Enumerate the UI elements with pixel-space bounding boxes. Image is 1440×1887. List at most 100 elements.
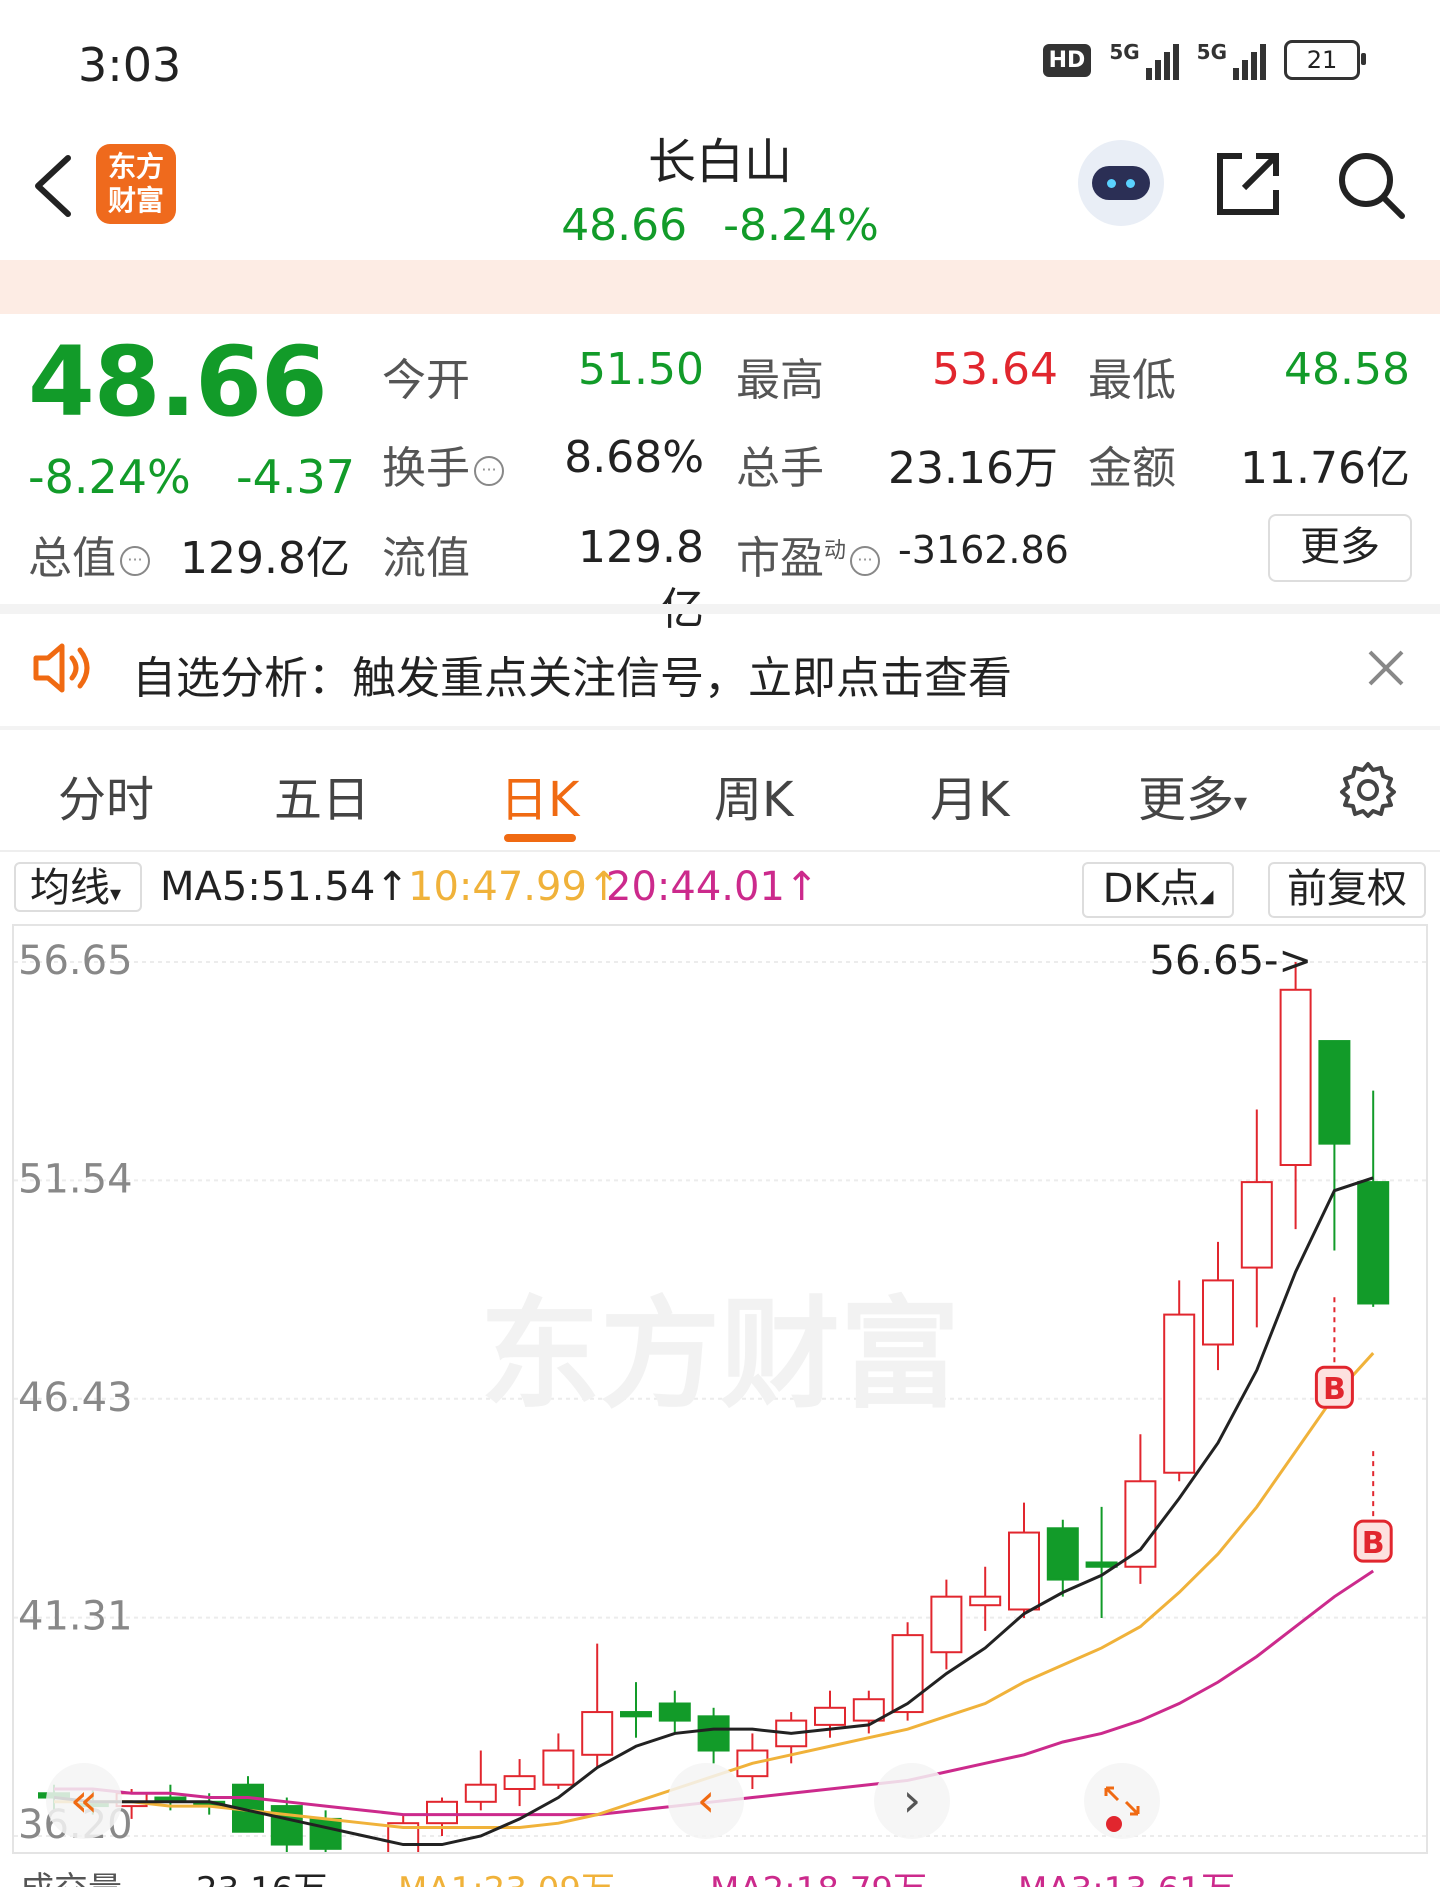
mktcap-label[interactable]: 总值 ··· — [28, 522, 150, 586]
promo-banner[interactable] — [0, 260, 1440, 314]
close-icon[interactable] — [1364, 640, 1408, 703]
candle-body — [1279, 988, 1312, 1167]
share-icon[interactable] — [1212, 148, 1284, 224]
tab-minute[interactable]: 分时 — [58, 760, 154, 830]
candle-body — [1357, 1181, 1390, 1305]
net-label-1: 5G — [1109, 40, 1140, 64]
y-tick-label: 46.43 — [18, 1375, 133, 1421]
candle-body — [464, 1783, 497, 1803]
ma10-text: 10:47.99 — [408, 864, 587, 910]
candle-body — [270, 1805, 303, 1846]
tab-more[interactable]: 更多▾ — [1138, 760, 1247, 830]
high-value: 53.64 — [932, 344, 1058, 395]
volume-bar: 成交量 23.16万 MA1:23.09万 MA2:18.79万 MA3:13.… — [0, 1854, 1440, 1887]
more-info-icon[interactable]: ··· — [474, 456, 504, 486]
candle-body — [1318, 1040, 1351, 1145]
amount-value: 11.76亿 — [1240, 443, 1410, 494]
dk-point-button[interactable]: DK点◢ — [1082, 862, 1234, 918]
candle-body — [1240, 1181, 1273, 1269]
header-change-pct: -8.24% — [723, 200, 879, 251]
tab-monthly-k[interactable]: 月K — [930, 760, 1009, 830]
buy-signal-label: B — [1323, 1372, 1346, 1407]
tab-weekly-k[interactable]: 周K — [714, 760, 793, 830]
candle-body — [581, 1711, 614, 1756]
candle-body — [969, 1595, 1002, 1607]
status-icons: HD 5G 5G 21 — [1042, 40, 1366, 80]
pe-label[interactable]: 市盈动 ··· — [736, 522, 881, 586]
candle-body — [1085, 1561, 1118, 1568]
dropdown-icon: ▾ — [110, 882, 122, 907]
status-bar: 3:03 HD 5G 5G 21 — [0, 0, 1440, 120]
more-button[interactable]: 更多 — [1268, 514, 1412, 582]
open-label: 今开 — [382, 355, 470, 406]
pe-value: -3162.86 — [898, 528, 1069, 572]
candle-body — [1046, 1527, 1079, 1581]
candle-body — [658, 1702, 691, 1722]
candle-body — [503, 1775, 536, 1790]
kline-svg: 东方财富56.6551.5446.4341.3136.2056.65-><-36… — [14, 938, 1426, 1887]
ma10-label: 10:47.99↑ — [408, 864, 621, 910]
header-price: 48.66 — [561, 200, 688, 251]
assistant-robot-icon[interactable] — [1078, 140, 1164, 226]
dk-label: DK点 — [1102, 866, 1200, 912]
turnover-label-text: 换手 — [382, 443, 470, 494]
pe-sup: 动 — [824, 538, 847, 564]
chart-nav-icon: › — [903, 1773, 921, 1827]
volume-ma1: MA1:23.09万 — [398, 1862, 615, 1887]
change-pct: -8.24% — [28, 450, 191, 504]
candle-body — [1124, 1480, 1157, 1568]
more-info-icon[interactable]: ··· — [120, 546, 150, 576]
tab-daily-k[interactable]: 日K — [500, 760, 579, 830]
gear-icon[interactable] — [1338, 760, 1398, 824]
net-label-2: 5G — [1196, 40, 1227, 64]
ma20-text: 20:44.01 — [606, 864, 785, 910]
mktcap-label-text: 总值 — [28, 533, 116, 584]
ma-select-label: 均线 — [30, 865, 110, 911]
buy-signal-label: B — [1362, 1526, 1385, 1561]
candle-body — [426, 1800, 458, 1825]
fullscreen-button — [1084, 1763, 1160, 1839]
turnover-label[interactable]: 换手 ··· — [382, 432, 504, 496]
mktcap-value: 129.8亿 — [180, 533, 350, 584]
float-label: 流值 — [382, 533, 470, 584]
volume-value: 23.16万 — [888, 443, 1058, 494]
kline-chart[interactable]: 东方财富56.6551.5446.4341.3136.2056.65-><-36… — [12, 924, 1428, 1887]
candle-body — [930, 1595, 963, 1654]
y-tick-label: 41.31 — [18, 1594, 133, 1640]
divider — [0, 726, 1440, 730]
ma5-label: MA5:51.54↑ — [160, 864, 409, 910]
ma20-label: 20:44.01↑ — [606, 864, 819, 910]
hd-icon: HD — [1042, 43, 1092, 77]
low-label: 最低 — [1088, 355, 1176, 406]
corner-icon: ◢ — [1199, 886, 1214, 907]
battery-level: 21 — [1306, 46, 1338, 74]
tab-active-indicator — [504, 834, 576, 842]
volume-label: 成交量 — [20, 1862, 122, 1887]
search-icon[interactable] — [1334, 148, 1406, 224]
speaker-icon — [32, 640, 96, 700]
record-dot — [1106, 1816, 1122, 1832]
candle-body — [1163, 1313, 1196, 1474]
ma-select[interactable]: 均线▾ — [14, 862, 142, 912]
candle-body — [891, 1634, 924, 1714]
more-info-icon[interactable]: ··· — [850, 546, 881, 576]
volume-value: 23.16万 — [196, 1862, 327, 1887]
low-value: 48.58 — [1284, 344, 1410, 395]
chart-nav-icon: « — [70, 1773, 98, 1827]
signal-icon — [1145, 40, 1179, 80]
notice-text[interactable]: 自选分析：触发重点关注信号，立即点击查看 — [132, 642, 1012, 706]
y-tick-label: 51.54 — [18, 1156, 133, 1202]
status-time: 3:03 — [78, 38, 182, 92]
candle-body — [697, 1715, 730, 1752]
candle-body — [814, 1706, 846, 1726]
watermark: 东方财富 — [480, 1286, 960, 1425]
volume-ma2: MA2:18.79万 — [710, 1862, 927, 1887]
chart-nav-icon: ‹ — [697, 1773, 715, 1827]
candle-body — [309, 1817, 342, 1850]
tab-five-day[interactable]: 五日 — [274, 760, 370, 830]
candle-body — [1008, 1531, 1040, 1611]
ma5-text: MA5:51.54 — [160, 864, 376, 910]
signal-icon-2 — [1233, 40, 1266, 80]
change-amount: -4.37 — [236, 450, 356, 504]
adjust-button[interactable]: 前复权 — [1268, 862, 1426, 918]
